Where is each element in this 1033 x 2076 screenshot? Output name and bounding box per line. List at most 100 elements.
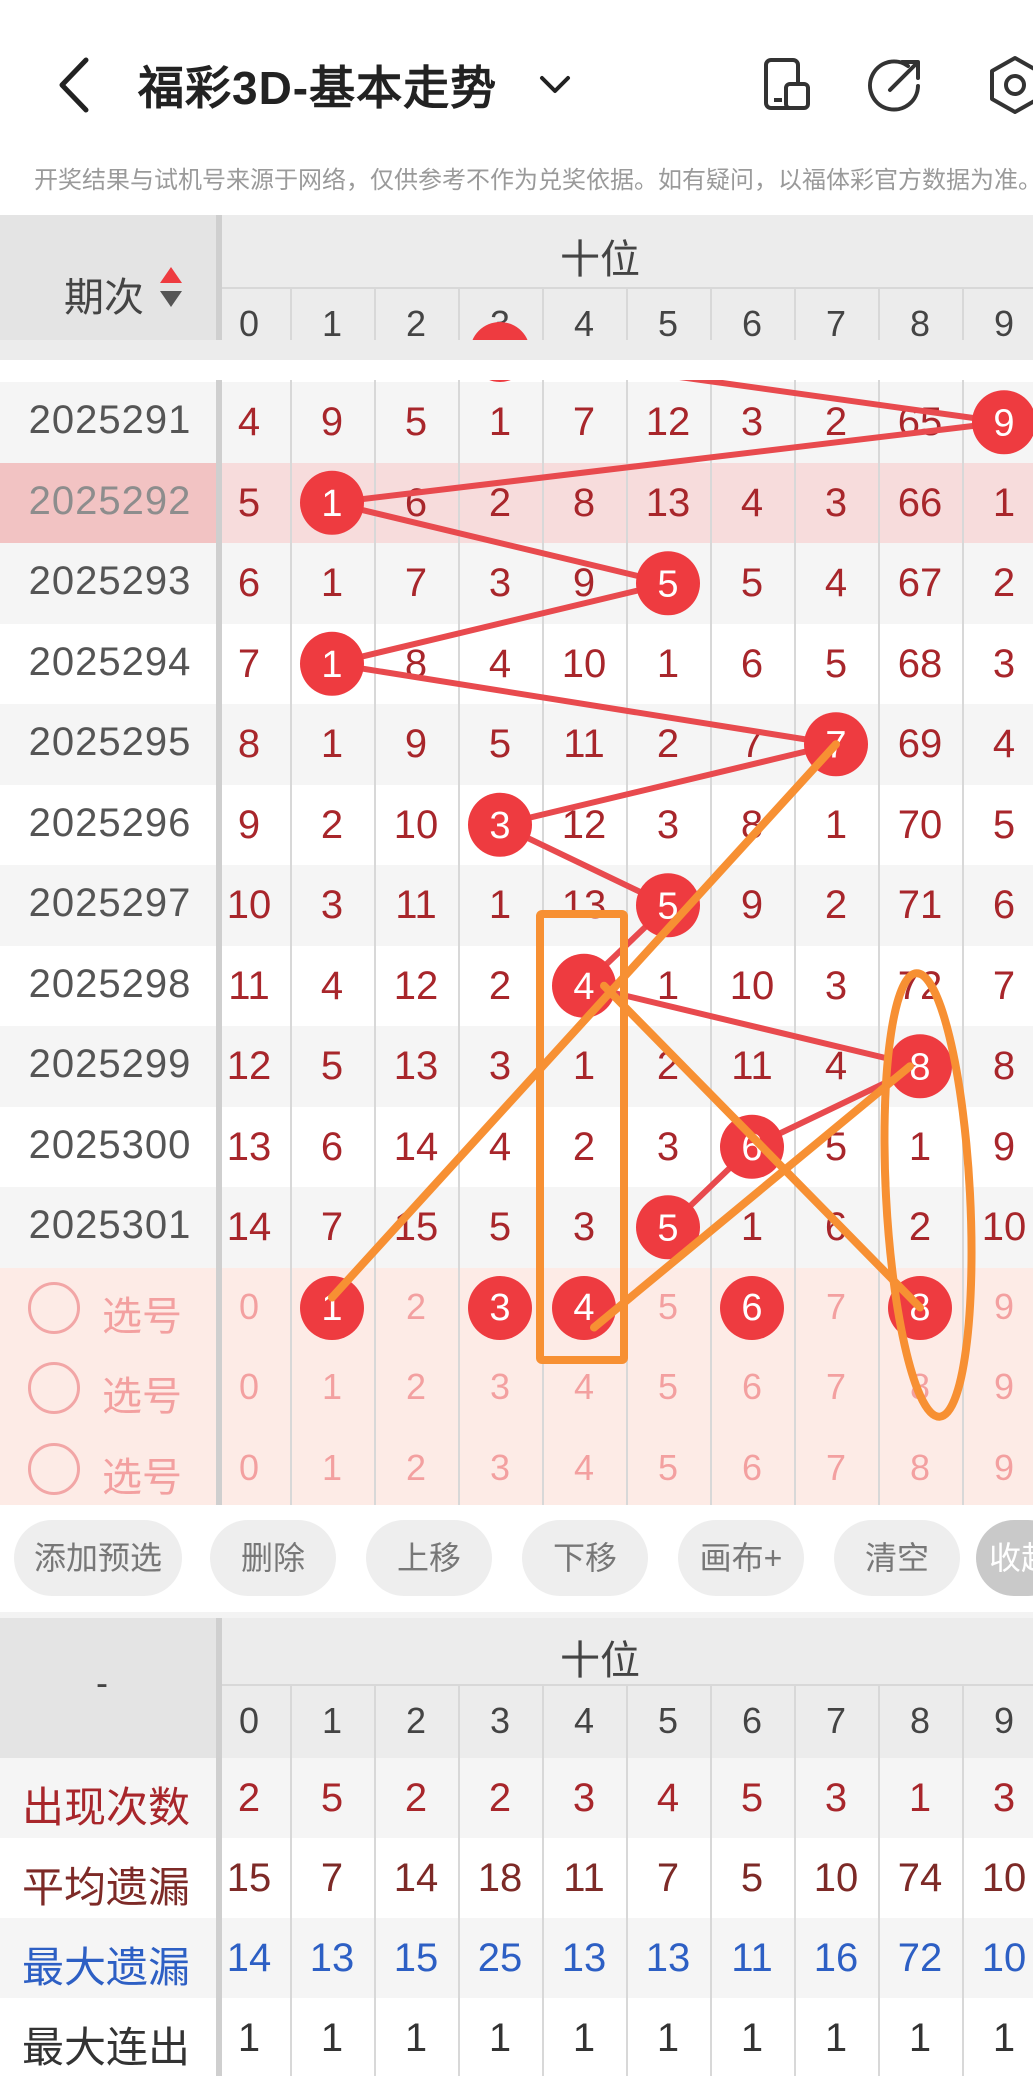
pick-digit[interactable]: 0	[224, 1366, 274, 1408]
pick-digit[interactable]: 7	[811, 1286, 861, 1328]
pick-digit[interactable]: 1	[307, 1447, 357, 1489]
miss-count: 3	[656, 802, 680, 847]
stats-value: 14	[393, 1856, 439, 1900]
miss-count: 1	[572, 1044, 596, 1088]
action-button[interactable]: 下移	[522, 1520, 648, 1596]
pick-radio[interactable]	[28, 1281, 80, 1334]
miss-count: 8	[740, 802, 764, 847]
pick-label[interactable]: 选号	[102, 1445, 182, 1503]
pick-digit[interactable]: 7	[811, 1447, 861, 1489]
action-button[interactable]: 上移	[366, 1520, 492, 1596]
miss-count: 4	[992, 722, 1016, 766]
pick-digit[interactable]: 2	[391, 1286, 441, 1328]
share-icon[interactable]	[860, 50, 930, 120]
action-button[interactable]: 添加预选	[14, 1520, 182, 1596]
pick-digit[interactable]: 8	[895, 1447, 945, 1489]
pick-ball[interactable]: 4	[552, 1275, 616, 1340]
miss-count: 7	[740, 722, 764, 766]
digit-header: 0	[238, 303, 260, 344]
pick-label[interactable]: 选号	[102, 1284, 182, 1342]
pick-digit[interactable]: 3	[475, 1447, 525, 1489]
pick-digit[interactable]: 0	[224, 1286, 274, 1328]
pick-ball[interactable]: 8	[888, 1275, 952, 1340]
digit-header: 4	[573, 303, 595, 344]
miss-count: 68	[897, 641, 943, 686]
back-arrow-icon[interactable]	[48, 50, 108, 120]
action-button[interactable]: 删除	[210, 1520, 336, 1596]
pick-digit[interactable]: 9	[979, 1447, 1029, 1489]
stats-value: 7	[656, 1856, 680, 1900]
pick-digit[interactable]: 8	[895, 1366, 945, 1408]
pick-digit[interactable]: 6	[727, 1447, 777, 1489]
miss-count: 3	[572, 1205, 596, 1249]
stats-value: 2	[488, 1776, 512, 1820]
stats-value: 1	[740, 2016, 764, 2060]
pick-digit[interactable]: 4	[559, 1447, 609, 1489]
pick-digit[interactable]: 6	[727, 1366, 777, 1408]
miss-count: 70	[897, 802, 943, 847]
stats-digit-header: 1	[321, 1700, 343, 1741]
pick-ball[interactable]: 1	[300, 1275, 364, 1340]
miss-count: 3	[824, 963, 848, 1008]
dropdown-chevron-icon[interactable]	[530, 60, 580, 110]
action-button[interactable]: 清空	[834, 1520, 960, 1596]
miss-count: 1	[824, 802, 848, 847]
pick-digit[interactable]: 9	[979, 1286, 1029, 1328]
digit-header: 8	[909, 303, 931, 344]
pick-digit[interactable]: 0	[224, 1447, 274, 1489]
stats-value: 1	[572, 2016, 596, 2060]
action-button[interactable]: 画布+	[678, 1520, 804, 1596]
pick-digit[interactable]: 2	[391, 1366, 441, 1408]
miss-count: 1	[908, 1124, 932, 1169]
pick-digit[interactable]: 1	[307, 1366, 357, 1408]
miss-count: 2	[488, 480, 512, 525]
miss-count: 12	[393, 963, 439, 1008]
miss-count: 4	[824, 1044, 848, 1088]
pick-digit[interactable]: 4	[559, 1366, 609, 1408]
settings-gear-icon[interactable]	[980, 50, 1033, 120]
stats-value: 11	[563, 1856, 605, 1900]
miss-count: 2	[320, 802, 344, 847]
miss-count: 6	[824, 1205, 848, 1249]
pick-digit[interactable]: 2	[391, 1447, 441, 1489]
miss-count: 9	[740, 883, 764, 927]
stats-digit-header: 2	[405, 1700, 427, 1741]
pick-radio[interactable]	[28, 1442, 80, 1495]
page-title[interactable]: 福彩3D-基本走势	[138, 52, 497, 118]
stats-value: 7	[320, 1856, 344, 1900]
pick-radio[interactable]	[28, 1362, 80, 1414]
stats-value: 1	[320, 2016, 344, 2060]
pick-digit[interactable]: 9	[979, 1366, 1029, 1408]
period-label: 2025295	[28, 720, 192, 764]
pick-digit[interactable]: 5	[643, 1286, 693, 1328]
miss-count: 2	[908, 1205, 932, 1249]
pick-ball[interactable]: 6	[720, 1275, 784, 1340]
stats-value: 5	[740, 1856, 764, 1900]
pick-digit[interactable]: 5	[643, 1447, 693, 1489]
pick-digit[interactable]: 3	[475, 1366, 525, 1408]
stats-digit-header: 8	[909, 1700, 931, 1741]
stats-label: 最大遗漏	[22, 1944, 191, 1991]
period-label: 2025297	[28, 881, 192, 925]
period-label: 2025291	[28, 398, 192, 442]
stats-value: 16	[813, 1936, 859, 1980]
miss-count: 1	[656, 963, 680, 1008]
phone-layout-icon[interactable]	[752, 50, 822, 120]
stats-value: 10	[981, 1856, 1027, 1900]
pick-digit[interactable]: 5	[643, 1366, 693, 1408]
stats-corner-cell	[0, 1618, 218, 1758]
period-header[interactable]: 期次	[64, 265, 144, 323]
miss-count: 6	[992, 883, 1016, 927]
sort-icon[interactable]	[156, 263, 186, 313]
stats-value: 1	[488, 2016, 512, 2060]
pick-digit[interactable]: 7	[811, 1366, 861, 1408]
stats-value: 13	[309, 1936, 355, 1980]
miss-count: 2	[992, 561, 1016, 605]
stats-digit-header: 5	[657, 1700, 679, 1741]
pick-label[interactable]: 选号	[102, 1364, 182, 1422]
pick-ball[interactable]: 3	[468, 1275, 532, 1340]
stats-value: 1	[404, 2016, 428, 2060]
stats-value: 15	[393, 1936, 439, 1980]
miss-count: 9	[404, 722, 428, 766]
stats-digit-header: 9	[993, 1700, 1015, 1741]
